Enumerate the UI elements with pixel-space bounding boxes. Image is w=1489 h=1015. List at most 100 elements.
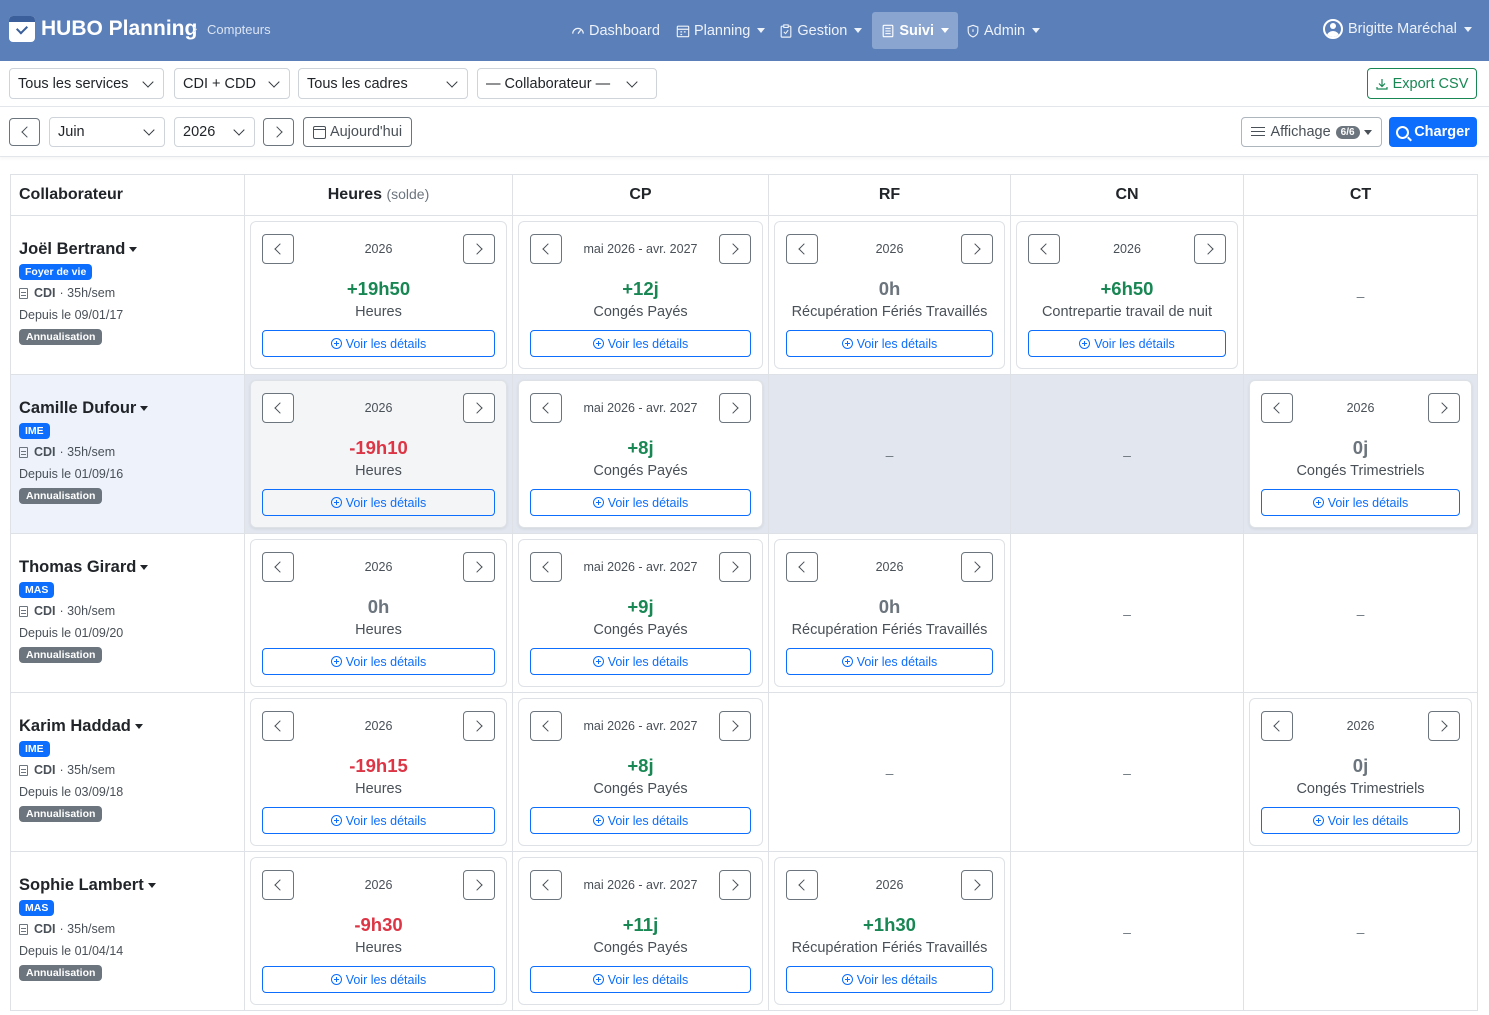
contract-info: CDI · 35h/sem [19,286,236,300]
view-details-button[interactable]: Voir les détails [530,489,751,516]
counter-period: mai 2026 - avr. 2027 [583,878,698,892]
user-avatar-icon [1323,19,1343,39]
counter-period: 2026 [875,242,904,256]
counter-period: mai 2026 - avr. 2027 [583,242,698,256]
counter-period: 2026 [364,401,393,415]
previous-month-button[interactable] [9,118,40,146]
view-details-button[interactable]: Voir les détails [262,966,495,993]
view-details-button[interactable]: Voir les détails [262,807,495,834]
view-details-button[interactable]: Voir les détails [1028,330,1226,357]
view-details-button[interactable]: Voir les détails [1261,807,1460,834]
nav-dashboard[interactable]: Dashboard [565,12,666,49]
contract-hours: · 35h/sem [59,922,116,936]
counter-label: Heures [355,463,402,479]
view-details-button[interactable]: Voir les détails [262,330,495,357]
year-select[interactable]: 2026 [174,117,255,147]
collaborator-name-dropdown[interactable]: Karim Haddad [19,717,236,736]
counter-period: 2026 [1346,401,1375,415]
counter-card-cp: mai 2026 - avr. 2027 +12j Congés Payés Voir… [518,221,763,369]
main-nav: Dashboard Planning Gestion Suivi Admin [565,12,1046,49]
empty-value: – [1123,606,1131,622]
counter-cell-cp: mai 2026 - avr. 2027 +8j Congés Payés Voir … [512,692,769,852]
display-count-badge: 6/6 [1335,125,1360,139]
nav-planning[interactable]: Planning [670,12,771,49]
collaborator-name-dropdown[interactable]: Joël Bertrand [19,240,236,259]
month-select[interactable]: Juin [49,117,165,147]
counter-period: 2026 [875,878,904,892]
chevron-down-icon [142,75,154,88]
view-details-label: Voir les détails [856,654,938,669]
view-details-button[interactable]: Voir les détails [786,648,993,675]
display-options-button[interactable]: Affichage 6/6 [1241,117,1382,147]
counter-cell-rf: 2026 0h Récupération Fériés Travaillés Voir… [768,215,1011,375]
plus-circle-icon [592,815,604,826]
chevron-down-icon [757,28,766,33]
counter-card-cp: mai 2026 - avr. 2027 +11j Congés Payés Voir… [518,857,763,1005]
collaborator-name-dropdown[interactable]: Thomas Girard [19,558,236,577]
contract-type: CDI [34,922,56,936]
export-csv-button[interactable]: Export CSV [1367,68,1477,99]
search-icon [1396,125,1410,139]
collaborator-select[interactable]: — Collaborateur — [477,68,657,99]
contract-hours: · 35h/sem [59,286,116,300]
counter-card-ct: 2026 0j Congés Trimestriels Voir les détail… [1249,698,1472,846]
view-details-label: Voir les détails [607,336,689,351]
contract-info: CDI · 35h/sem [19,922,236,936]
collaborator-name: Thomas Girard [19,558,137,576]
plus-circle-icon [841,974,853,985]
view-details-button[interactable]: Voir les détails [530,648,751,675]
nav-suivi-label: Suivi [899,22,935,39]
cadre-select[interactable]: Tous les cadres [298,68,468,99]
collaborator-name: Joël Bertrand [19,240,126,258]
counter-period: 2026 [875,560,904,574]
brand[interactable]: HUBO Planning [9,16,197,42]
annualisation-badge: Annualisation [19,647,103,663]
chevron-right-icon [270,126,283,138]
view-details-button[interactable]: Voir les détails [262,648,495,675]
counter-cell-ct: – [1243,533,1478,693]
collaborator-name-dropdown[interactable]: Sophie Lambert [19,876,236,895]
header-hours: Heures (solde) [244,174,513,216]
load-button[interactable]: Charger [1389,117,1477,147]
collaborator-cell: Karim Haddad IME CDI · 35h/sem Depuis le 03/… [10,692,245,852]
plus-circle-icon [330,497,342,508]
plus-circle-icon [592,497,604,508]
display-options-label: Affichage [1270,124,1331,140]
collaborator-cell: Joël Bertrand Foyer de vie CDI · 35h/sem Dep… [10,215,245,375]
view-details-button[interactable]: Voir les détails [786,330,993,357]
nav-gestion[interactable]: Gestion [773,12,868,49]
view-details-button[interactable]: Voir les détails [786,966,993,993]
nav-admin[interactable]: Admin [960,12,1046,49]
counter-cell-hours: 2026 0h Heures Voir les détails [244,533,513,693]
view-details-button[interactable]: Voir les détails [530,330,751,357]
view-details-button[interactable]: Voir les détails [262,489,495,516]
counter-value: 0h [878,278,901,299]
document-icon [19,764,28,776]
contract-type: CDI [34,604,56,618]
counter-label: Congés Trimestriels [1296,463,1425,479]
next-month-button[interactable] [263,118,294,146]
nav-suivi[interactable]: Suivi [872,12,959,49]
contract-select[interactable]: CDI + CDD [174,68,290,99]
counter-label: Heures [355,622,402,638]
breadcrumb-separator-icon: › [193,21,198,36]
list-icon [882,24,894,37]
plus-circle-icon [330,974,342,985]
view-details-button[interactable]: Voir les détails [530,966,751,993]
service-badge: IME [19,423,50,439]
counter-period: 2026 [364,560,393,574]
view-details-button[interactable]: Voir les détails [1261,489,1460,516]
counter-value: +6h50 [1100,278,1154,299]
calendar-check-icon [9,16,35,42]
collaborator-name-dropdown[interactable]: Camille Dufour [19,399,236,418]
counter-card-hours: 2026 -19h10 Heures Voir les détails [250,380,507,528]
counter-cell-rf: 2026 +1h30 Récupération Fériés Travaillés V… [768,851,1011,1011]
today-button[interactable]: Aujourd'hui [303,117,412,147]
service-select[interactable]: Tous les services [9,68,164,99]
chevron-down-icon [268,75,280,88]
nav-gestion-label: Gestion [797,22,848,39]
user-menu[interactable]: Brigitte Maréchal [1323,19,1472,39]
contract-info: CDI · 35h/sem [19,763,236,777]
counter-cell-cn: – [1010,533,1244,693]
view-details-button[interactable]: Voir les détails [530,807,751,834]
